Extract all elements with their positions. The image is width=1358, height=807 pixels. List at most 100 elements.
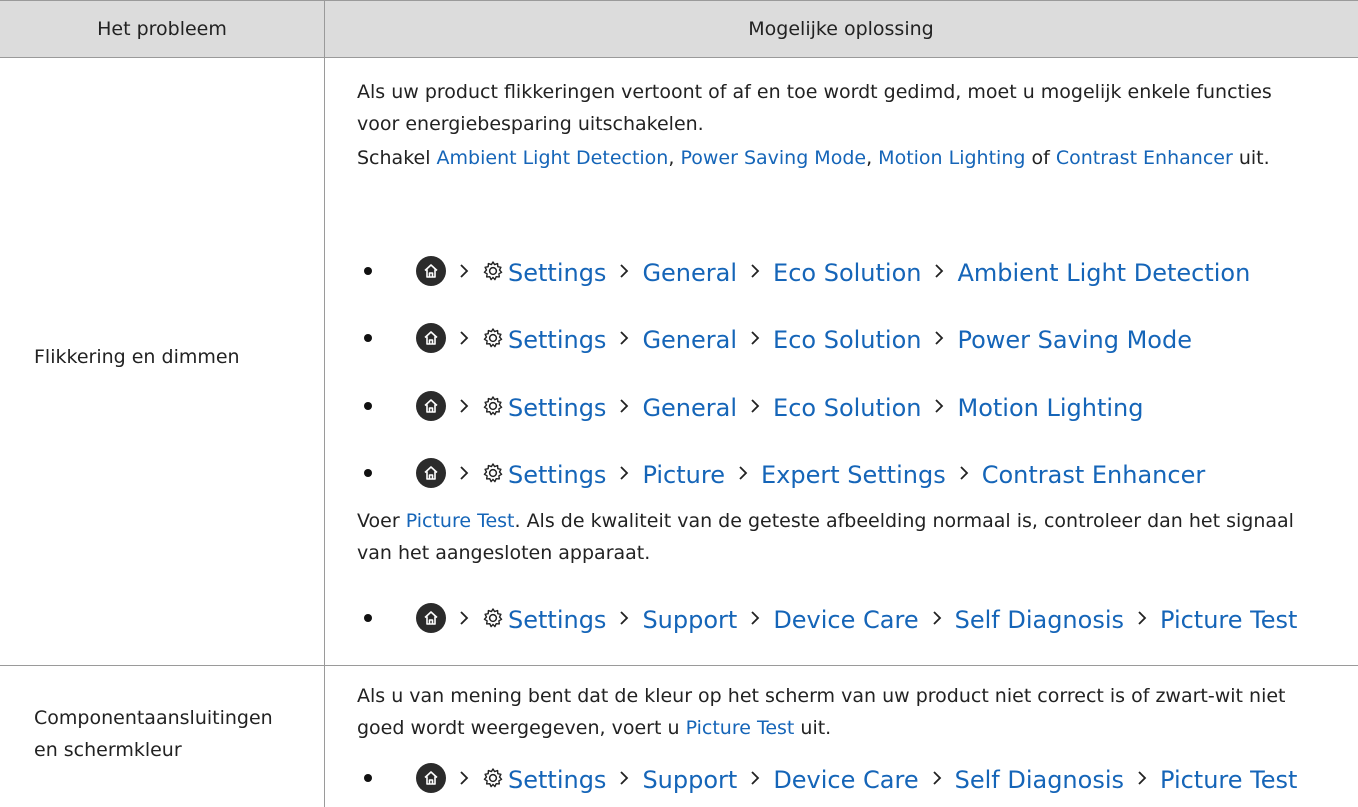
link-picture-test[interactable]: Picture Test xyxy=(686,717,795,739)
path-settings[interactable]: Settings xyxy=(508,461,606,489)
link-contrast-enhancer[interactable]: Contrast Enhancer xyxy=(1056,147,1233,169)
path-settings[interactable]: Settings xyxy=(508,259,606,287)
home-icon[interactable] xyxy=(416,763,446,793)
row1-picture-test-note: Voer Picture Test. Als de kwaliteit van … xyxy=(357,505,1317,569)
path-support[interactable]: Support xyxy=(642,606,737,634)
chevron-right-icon xyxy=(1138,611,1147,625)
chevron-right-icon xyxy=(620,771,629,785)
chevron-right-icon xyxy=(460,466,469,480)
gear-icon xyxy=(483,328,503,348)
header-solution: Mogelijke oplossing xyxy=(748,18,934,40)
text: Voer xyxy=(357,510,406,532)
home-icon[interactable] xyxy=(416,256,446,286)
chevron-right-icon xyxy=(739,466,748,480)
path-expert-settings[interactable]: Expert Settings xyxy=(761,461,946,489)
chevron-right-icon xyxy=(932,771,941,785)
path-general[interactable]: General xyxy=(642,394,737,422)
path-ambient-light-detection[interactable]: Ambient Light Detection xyxy=(957,259,1250,287)
chevron-right-icon xyxy=(460,331,469,345)
menu-path: Settings General Eco Solution Ambient Light… xyxy=(357,252,1250,292)
link-motion-lighting[interactable]: Motion Lighting xyxy=(878,147,1025,169)
chevron-right-icon xyxy=(460,264,469,278)
chevron-right-icon xyxy=(620,331,629,345)
menu-path: Settings General Eco Solution Motion Lighti… xyxy=(357,387,1143,427)
path-general[interactable]: General xyxy=(642,326,737,354)
text: , xyxy=(668,147,681,169)
chevron-right-icon xyxy=(620,466,629,480)
bullet xyxy=(364,469,372,477)
text: , xyxy=(866,147,879,169)
chevron-right-icon xyxy=(751,771,760,785)
text: uit. xyxy=(1232,147,1270,169)
chevron-right-icon xyxy=(935,264,944,278)
menu-path: Settings Picture Expert Settings Contrast E… xyxy=(357,454,1205,494)
link-power-saving-mode[interactable]: Power Saving Mode xyxy=(680,147,866,169)
text: uit. xyxy=(794,717,832,739)
path-eco-solution[interactable]: Eco Solution xyxy=(773,326,921,354)
path-self-diagnosis[interactable]: Self Diagnosis xyxy=(955,606,1124,634)
bullet xyxy=(364,614,372,622)
chevron-right-icon xyxy=(751,331,760,345)
row1-divider xyxy=(324,58,325,665)
home-icon[interactable] xyxy=(416,391,446,421)
row2-description: Als u van mening bent dat de kleur op he… xyxy=(357,680,1317,744)
menu-path: Settings Support Device Care Self Diagnosis… xyxy=(357,759,1297,799)
path-picture-test[interactable]: Picture Test xyxy=(1160,606,1297,634)
path-general[interactable]: General xyxy=(642,259,737,287)
home-icon[interactable] xyxy=(416,603,446,633)
chevron-right-icon xyxy=(751,399,760,413)
row1-description: Als uw product flikkeringen vertoont of … xyxy=(357,81,1272,135)
chevron-right-icon xyxy=(460,771,469,785)
row1-instruction: Schakel Ambient Light Detection, Power S… xyxy=(357,142,1317,174)
gear-icon xyxy=(483,608,503,628)
path-picture[interactable]: Picture xyxy=(642,461,725,489)
gear-icon xyxy=(483,396,503,416)
header-divider xyxy=(324,0,325,58)
bullet xyxy=(364,267,372,275)
bullet xyxy=(364,774,372,782)
gear-icon xyxy=(483,768,503,788)
path-settings[interactable]: Settings xyxy=(508,394,606,422)
path-eco-solution[interactable]: Eco Solution xyxy=(773,394,921,422)
chevron-right-icon xyxy=(751,264,760,278)
home-icon[interactable] xyxy=(416,458,446,488)
menu-path: Settings Support Device Care Self Diagnosis… xyxy=(357,599,1297,639)
path-settings[interactable]: Settings xyxy=(508,766,606,794)
row2-problem-label-line2: en schermkleur xyxy=(34,739,182,761)
path-power-saving-mode[interactable]: Power Saving Mode xyxy=(957,326,1191,354)
row2-problem-label-line1: Componentaansluitingen xyxy=(34,707,273,729)
chevron-right-icon xyxy=(620,399,629,413)
chevron-right-icon xyxy=(620,264,629,278)
bullet xyxy=(364,334,372,342)
home-icon[interactable] xyxy=(416,323,446,353)
chevron-right-icon xyxy=(460,399,469,413)
path-contrast-enhancer[interactable]: Contrast Enhancer xyxy=(982,461,1206,489)
bullet xyxy=(364,402,372,410)
path-device-care[interactable]: Device Care xyxy=(773,766,918,794)
path-motion-lighting[interactable]: Motion Lighting xyxy=(957,394,1143,422)
text: Schakel xyxy=(357,147,437,169)
path-eco-solution[interactable]: Eco Solution xyxy=(773,259,921,287)
chevron-right-icon xyxy=(751,611,760,625)
chevron-right-icon xyxy=(935,399,944,413)
chevron-right-icon xyxy=(620,611,629,625)
chevron-right-icon xyxy=(932,611,941,625)
row-separator xyxy=(0,665,1358,666)
menu-path: Settings General Eco Solution Power Saving … xyxy=(357,319,1192,359)
row1-problem-label: Flikkering en dimmen xyxy=(34,346,240,368)
row2-divider xyxy=(324,666,325,807)
path-self-diagnosis[interactable]: Self Diagnosis xyxy=(955,766,1124,794)
gear-icon xyxy=(483,463,503,483)
chevron-right-icon xyxy=(935,331,944,345)
path-settings[interactable]: Settings xyxy=(508,326,606,354)
chevron-right-icon xyxy=(960,466,968,480)
link-picture-test[interactable]: Picture Test xyxy=(406,510,515,532)
gear-icon xyxy=(483,261,503,281)
table-header: Het probleem Mogelijke oplossing xyxy=(0,0,1358,58)
chevron-right-icon xyxy=(460,611,469,625)
path-device-care[interactable]: Device Care xyxy=(773,606,918,634)
path-picture-test[interactable]: Picture Test xyxy=(1160,766,1297,794)
path-support[interactable]: Support xyxy=(642,766,737,794)
path-settings[interactable]: Settings xyxy=(508,606,606,634)
link-ambient-light-detection[interactable]: Ambient Light Detection xyxy=(437,147,669,169)
